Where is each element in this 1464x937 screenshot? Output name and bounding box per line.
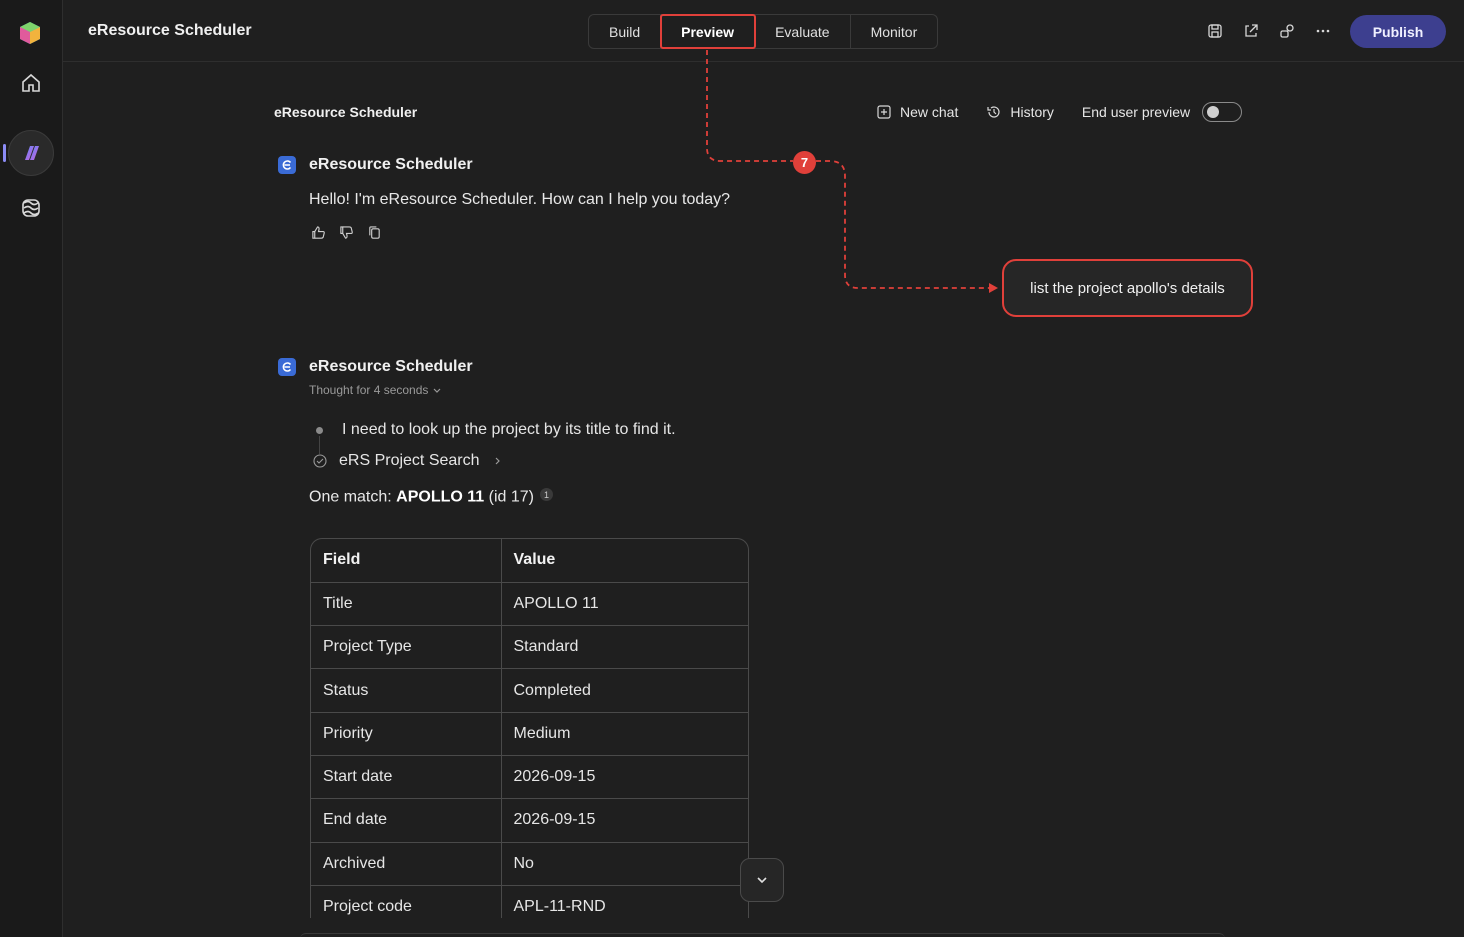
scroll-to-bottom-button[interactable] [740,858,784,902]
tab-build[interactable]: Build [589,15,662,48]
project-details-table: Field Value Title APOLLO 11 Project Type S… [310,538,749,918]
match-suffix: (id 17) [484,488,534,506]
bot-avatar [278,358,296,376]
table-header-row: Field Value [311,539,748,583]
chevron-down-icon [757,877,767,884]
top-bar: eResource Scheduler Build Preview Evalua… [63,0,1464,62]
column-header: Field [311,539,502,583]
app-logo-icon[interactable] [17,20,43,46]
table-row: Title APOLLO 11 [311,582,748,627]
top-actions [1204,20,1334,42]
save-icon[interactable] [1204,20,1226,42]
new-chat-icon [877,105,891,119]
mode-tabs: Build Preview Evaluate Monitor [588,14,939,49]
knowledge-icon[interactable] [18,195,44,221]
more-icon[interactable] [1312,20,1334,42]
value-cell: APOLLO 11 [501,582,748,627]
tab-preview[interactable]: Preview [660,14,757,49]
value-cell: 2026-09-15 [501,755,748,800]
value-cell: Standard [501,625,748,670]
value-cell: APL-11-RND [501,885,748,918]
table-row: Priority Medium [311,712,748,756]
history-label: History [1010,104,1054,120]
annotation-connector [706,50,990,289]
field-cell: Start date [311,755,502,800]
copy-icon[interactable] [366,224,382,240]
thumbs-down-icon[interactable] [338,224,354,240]
user-message: list the project apollo's details [1002,259,1253,317]
tool-step[interactable]: eRS Project Search [313,452,502,470]
active-indicator [3,144,6,162]
reasoning-step-text: I need to look up the project by its tit… [342,421,676,438]
end-user-preview-toggle[interactable] [1202,102,1243,122]
table-row: Status Completed [311,668,748,713]
step-dot [316,426,323,434]
thought-label: Thought for 4 seconds [309,383,429,397]
match-prefix: One match: [309,488,397,506]
table-row: Project Type Standard [311,625,748,670]
app-title: eResource Scheduler [88,22,252,39]
citation-badge[interactable]: 1 [539,488,553,501]
chat-actions: New chat History End user preview [876,102,1243,122]
end-user-preview-label: End user preview [1081,104,1191,120]
chevron-right-icon [495,457,500,465]
thumbs-up-icon[interactable] [310,224,326,240]
field-cell: End date [311,798,502,843]
bot-name: eResource Scheduler [309,156,473,173]
chevron-down-icon [433,388,441,393]
field-cell: Title [311,582,502,627]
value-cell: Medium [501,712,748,756]
table-row: Project code APL-11-RND [311,885,748,918]
feedback-actions [310,224,382,240]
history-icon [987,106,1000,118]
new-chat-label: New chat [900,104,959,120]
greeting-message: Hello! I'm eResource Scheduler. How can … [309,191,731,208]
tab-evaluate[interactable]: Evaluate [755,15,851,48]
thought-toggle[interactable]: Thought for 4 seconds [309,383,442,397]
annotation-arrowhead [989,283,998,293]
tool-step-label: eRS Project Search [339,452,480,469]
home-icon[interactable] [18,70,44,96]
chat-title: eResource Scheduler [274,104,418,120]
match-name: APOLLO 11 [396,488,485,506]
reasoning-step: I need to look up the project by its tit… [313,421,676,439]
table-row: Archived No [311,842,748,886]
copilot-agent-icon[interactable] [8,130,54,176]
field-cell: Archived [311,842,502,886]
history-button[interactable]: History [986,104,1054,120]
field-cell: Priority [311,712,502,756]
annotation-step-badge: 7 [793,151,816,174]
field-cell: Project Type [311,625,502,670]
value-cell: 2026-09-15 [501,798,748,843]
field-cell: Project code [311,885,502,918]
value-cell: Completed [501,668,748,713]
tab-monitor[interactable]: Monitor [851,15,938,48]
table-row: Start date 2026-09-15 [311,755,748,800]
composer-edge [300,933,1225,937]
connect-icon[interactable] [1276,20,1298,42]
bot-name: eResource Scheduler [309,358,473,375]
bot-avatar [278,156,296,174]
check-circle-icon [313,454,327,468]
field-cell: Status [311,668,502,713]
match-summary: One match: APOLLO 11 (id 17) 1 [309,488,553,507]
publish-button[interactable]: Publish [1350,15,1446,48]
new-chat-button[interactable]: New chat [876,104,958,120]
share-icon[interactable] [1240,20,1262,42]
column-header: Value [501,539,748,583]
left-rail [0,0,63,937]
value-cell: No [501,842,748,886]
table-row: End date 2026-09-15 [311,798,748,843]
